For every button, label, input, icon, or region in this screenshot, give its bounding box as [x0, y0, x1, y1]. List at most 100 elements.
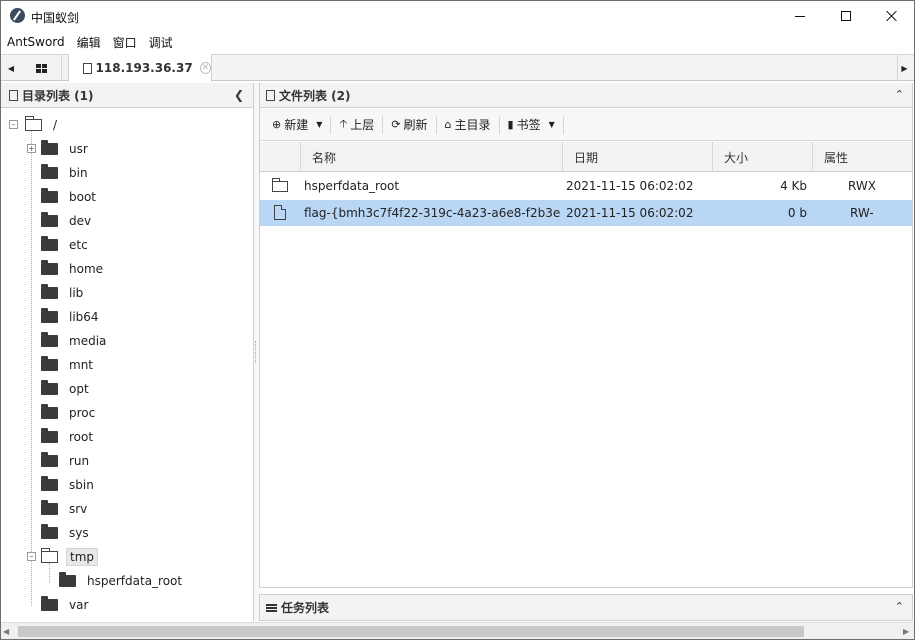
- new-button-label: 新建: [284, 118, 309, 132]
- folder-icon: [41, 428, 58, 443]
- home-dir-button[interactable]: ⌂ 主目录: [439, 113, 497, 137]
- tree-item-mnt[interactable]: mnt: [41, 355, 96, 375]
- file-size: 4 Kb: [780, 179, 807, 193]
- caret-left-icon: ◀: [7, 63, 15, 73]
- tree-item-srv[interactable]: srv: [41, 499, 90, 519]
- collapse-toggle-icon[interactable]: –: [9, 120, 18, 129]
- scrollbar-thumb[interactable]: [18, 626, 804, 637]
- tab-close-icon[interactable]: ✕: [199, 62, 211, 74]
- tree-item-label: lib: [69, 286, 84, 300]
- collapse-up-icon[interactable]: ⌃: [895, 88, 904, 101]
- directory-panel: 目录列表 (1) ❮ – / + usr bin boot dev etc ho…: [1, 83, 254, 621]
- folder-icon: [59, 572, 76, 587]
- tree-item-tmp[interactable]: – tmp: [27, 547, 99, 567]
- file-panel: 文件列表 (2) ⌃ ⊕ 新建 ▼ 🡡 上层 ⟳ 刷新 ⌂ 主目录 ▮ 书签 ▼…: [259, 83, 913, 588]
- folder-icon: [41, 356, 58, 371]
- tree-item-hsperfdata-root[interactable]: hsperfdata_root: [59, 571, 185, 591]
- tree-item-usr[interactable]: + usr: [27, 139, 91, 159]
- arrow-up-icon: 🡡: [339, 117, 348, 130]
- file-attr: RWX: [848, 179, 876, 193]
- folder-open-icon: [41, 548, 58, 563]
- file-attr: RW-: [850, 206, 874, 220]
- window-title: 中国蚁剑: [31, 11, 80, 25]
- tree-item-bin[interactable]: bin: [41, 163, 91, 183]
- toolbar-divider: [498, 115, 500, 134]
- tree-item-label: root: [69, 430, 94, 444]
- chevron-down-icon: ▼: [548, 120, 555, 129]
- file-name: flag-{bmh3c7f4f22-319c-4a23-a6e8-f2b3eb2: [304, 206, 560, 220]
- tree-item-opt[interactable]: opt: [41, 379, 92, 399]
- minimize-button[interactable]: [777, 1, 823, 31]
- close-button[interactable]: [869, 1, 915, 31]
- tree-item-media[interactable]: media: [41, 331, 109, 351]
- task-panel-header[interactable]: 任务列表 ⌃: [259, 594, 913, 621]
- tree-item-label: bin: [69, 166, 88, 180]
- tree-guide-line: [31, 127, 32, 606]
- column-header-attr[interactable]: 属性: [812, 142, 912, 172]
- column-header-size[interactable]: 大小: [712, 142, 812, 172]
- refresh-icon: ⟳: [391, 118, 401, 131]
- tree-item-etc[interactable]: etc: [41, 235, 91, 255]
- maximize-icon: [841, 11, 851, 21]
- folder-icon: [41, 332, 58, 347]
- tree-item-label: sys: [69, 526, 89, 540]
- collapse-left-icon[interactable]: ❮: [234, 88, 244, 102]
- menu-antsword[interactable]: AntSword: [7, 35, 65, 49]
- collapse-toggle-icon[interactable]: –: [27, 552, 36, 561]
- folder-icon: [41, 260, 58, 275]
- tree-item-home[interactable]: home: [41, 259, 106, 279]
- new-button[interactable]: ⊕ 新建 ▼: [266, 113, 328, 137]
- tree-item-run[interactable]: run: [41, 451, 92, 471]
- tab-home[interactable]: [22, 55, 62, 81]
- column-header-name[interactable]: 名称: [300, 142, 562, 172]
- up-level-button-label: 上层: [350, 118, 375, 132]
- bookmark-button[interactable]: ▮ 书签 ▼: [502, 113, 561, 137]
- grid-icon: [36, 63, 47, 73]
- tree-item-sbin[interactable]: sbin: [41, 475, 97, 495]
- expand-toggle-icon[interactable]: +: [27, 144, 36, 153]
- up-level-button[interactable]: 🡡 上层: [333, 113, 380, 137]
- tree-item-root[interactable]: – /: [9, 115, 60, 135]
- tree-item-proc[interactable]: proc: [41, 403, 98, 423]
- tree-item-label: lib64: [69, 310, 99, 324]
- tree-item-lib64[interactable]: lib64: [41, 307, 102, 327]
- folder-icon: [41, 596, 58, 611]
- tree-item-label: mnt: [69, 358, 93, 372]
- file-row[interactable]: hsperfdata_root 2021-11-15 06:02:02 4 Kb…: [260, 173, 912, 199]
- tree-item-var[interactable]: var: [41, 595, 91, 615]
- title-bar: 中国蚁剑: [1, 1, 914, 31]
- expand-up-icon[interactable]: ⌃: [895, 600, 904, 613]
- caret-left-icon[interactable]: ◀: [3, 627, 9, 636]
- maximize-button[interactable]: [823, 1, 869, 31]
- folder-icon: [41, 164, 58, 179]
- home-dir-button-label: 主目录: [454, 118, 491, 132]
- caret-right-icon[interactable]: ▶: [903, 627, 909, 636]
- folder-icon: [41, 404, 58, 419]
- column-header-date[interactable]: 日期: [562, 142, 712, 172]
- tree-item-lib[interactable]: lib: [41, 283, 86, 303]
- tree-item-label: var: [69, 598, 89, 612]
- file-row[interactable]: flag-{bmh3c7f4f22-319c-4a23-a6e8-f2b3eb2…: [260, 200, 912, 226]
- folder-icon: [41, 476, 58, 491]
- tab-scroll-right-button[interactable]: ▶: [897, 55, 911, 81]
- menu-window[interactable]: 窗口: [113, 34, 137, 51]
- tab-bar: ◀ 118.193.36.37 ✕ ▶: [1, 54, 914, 82]
- refresh-button[interactable]: ⟳ 刷新: [385, 113, 433, 137]
- caret-right-icon: ▶: [901, 63, 908, 73]
- app-window: 中国蚁剑 AntSword 编辑 窗口 调试 ◀ 118.193.36.37 ✕…: [0, 0, 915, 640]
- horizontal-scrollbar[interactable]: ◀ ▶: [1, 622, 914, 639]
- directory-panel-header: 目录列表 (1) ❮: [1, 83, 253, 108]
- menu-debug[interactable]: 调试: [149, 34, 173, 51]
- bookmark-icon: ▮: [507, 118, 514, 131]
- tab-scroll-left-button[interactable]: ◀: [4, 55, 18, 81]
- tree-item-boot[interactable]: boot: [41, 187, 99, 207]
- tree-item-dev[interactable]: dev: [41, 211, 94, 231]
- tree-item-root-dir[interactable]: root: [41, 427, 96, 447]
- tab-shell-session[interactable]: 118.193.36.37 ✕: [68, 54, 212, 82]
- folder-icon: [41, 500, 58, 515]
- menu-edit[interactable]: 编辑: [77, 34, 101, 51]
- tree-item-label: boot: [69, 190, 97, 204]
- tree-item-sys[interactable]: sys: [41, 523, 92, 543]
- folder-open-icon: [25, 116, 42, 131]
- tree-item-label: srv: [69, 502, 88, 516]
